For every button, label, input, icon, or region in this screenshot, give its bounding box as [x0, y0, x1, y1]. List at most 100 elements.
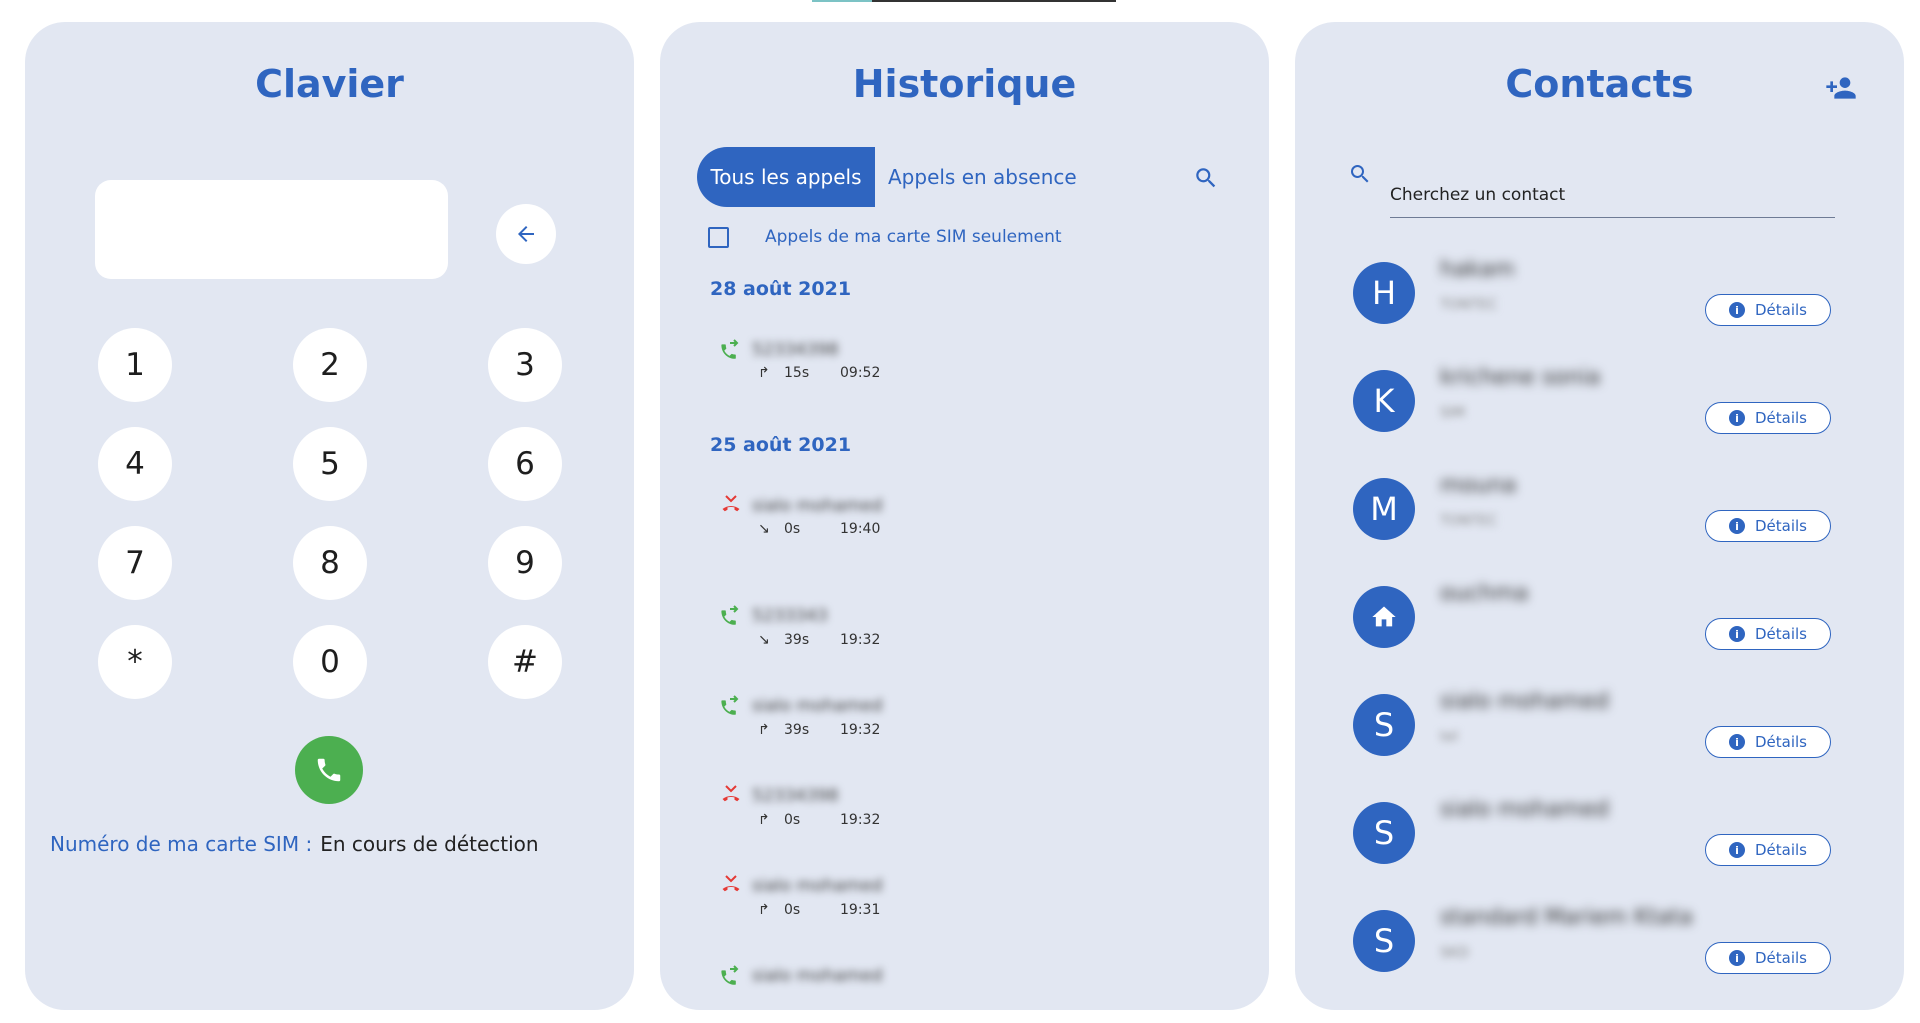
add-contact-button[interactable]: [1825, 72, 1857, 108]
contact-search-input[interactable]: [1390, 172, 1835, 218]
missed-call-icon: [722, 785, 740, 802]
info-icon: i: [1728, 626, 1745, 642]
contact-name[interactable]: sialo mohamed: [1440, 797, 1609, 822]
contact-name[interactable]: ouchma: [1440, 581, 1528, 606]
history-title: Historique: [852, 62, 1077, 106]
details-label: Détails: [1754, 841, 1807, 859]
backspace-button[interactable]: [496, 204, 556, 264]
call-duration: 39s: [784, 632, 810, 648]
progress-indicator-accent: [812, 0, 872, 2]
date-header: 25 août 2021: [710, 434, 852, 456]
dialer-panel: Clavier 1 2 3 4 5 6 7 8 9 * 0 # Numéro d…: [25, 22, 634, 1010]
incoming-direction-icon: ↱: [758, 365, 770, 381]
contact-sub: tel: [1440, 729, 1458, 745]
contacts-title: Contacts: [1505, 62, 1694, 106]
info-icon: i: [1728, 518, 1745, 534]
key-1[interactable]: 1: [98, 328, 172, 402]
incoming-direction-icon: ↱: [758, 722, 770, 738]
call-time: 09:52: [840, 365, 881, 381]
call-time: 19:31: [840, 902, 881, 918]
call-meta: ↱ 39s 19:32: [758, 722, 880, 738]
call-contact-name[interactable]: 52334398: [752, 786, 839, 806]
home-icon: [1372, 606, 1396, 627]
outgoing-call-icon: [721, 965, 739, 985]
call-contact-name[interactable]: sialo mohamed: [752, 496, 883, 516]
details-label: Détails: [1754, 625, 1807, 643]
incoming-direction-icon: ↱: [758, 812, 770, 828]
key-3[interactable]: 3: [488, 328, 562, 402]
call-meta: ↘ 0s 19:40: [758, 521, 880, 537]
missed-call-icon: [722, 875, 740, 892]
call-time: 19:32: [840, 812, 881, 828]
details-button[interactable]: i Détails: [1705, 942, 1831, 974]
avatar: [1353, 586, 1415, 648]
outgoing-call-icon: [721, 605, 739, 625]
details-button[interactable]: i Détails: [1705, 726, 1831, 758]
call-duration: 0s: [784, 521, 801, 537]
contact-name[interactable]: mouna: [1440, 473, 1516, 498]
call-button[interactable]: [295, 736, 363, 804]
outgoing-call-icon: [721, 695, 739, 715]
tab-all-calls[interactable]: Tous les appels: [697, 147, 875, 207]
contact-name[interactable]: hakam: [1440, 257, 1515, 282]
phone-icon: [317, 758, 341, 782]
contact-sub: SIM: [1440, 405, 1466, 421]
key-0[interactable]: 0: [293, 625, 367, 699]
details-label: Détails: [1754, 409, 1807, 427]
key-star[interactable]: *: [98, 625, 172, 699]
details-label: Détails: [1754, 301, 1807, 319]
call-duration: 39s: [784, 722, 810, 738]
call-contact-name[interactable]: sialo mohamed: [752, 876, 883, 896]
dialer-title: Clavier: [255, 62, 404, 106]
details-label: Détails: [1754, 517, 1807, 535]
date-header: 28 août 2021: [710, 278, 852, 300]
avatar: S: [1353, 802, 1415, 864]
contact-name[interactable]: sialo mohamed: [1440, 689, 1609, 714]
key-4[interactable]: 4: [98, 427, 172, 501]
info-icon: i: [1728, 950, 1745, 966]
key-5[interactable]: 5: [293, 427, 367, 501]
avatar: H: [1353, 262, 1415, 324]
call-contact-name[interactable]: sialo mohamed: [752, 966, 883, 986]
call-meta: ↱ 0s 19:32: [758, 812, 880, 828]
contact-name[interactable]: krichene sonia: [1440, 365, 1600, 390]
call-meta: ↘ 39s 19:32: [758, 632, 880, 648]
details-button[interactable]: i Détails: [1705, 402, 1831, 434]
sim-only-checkbox[interactable]: [708, 227, 729, 248]
call-time: 19:40: [840, 521, 881, 537]
info-icon: i: [1728, 410, 1745, 426]
sim-number-value: En cours de détection: [320, 832, 539, 856]
sim-number-line: Numéro de ma carte SIM : En cours de déte…: [50, 832, 539, 856]
contact-sub: SKD: [1440, 945, 1469, 961]
avatar: S: [1353, 694, 1415, 756]
avatar: S: [1353, 910, 1415, 972]
sim-only-label: Appels de ma carte SIM seulement: [765, 227, 1062, 247]
info-icon: i: [1728, 842, 1745, 858]
call-contact-name[interactable]: 5233343: [752, 606, 828, 626]
details-button[interactable]: i Détails: [1705, 618, 1831, 650]
key-9[interactable]: 9: [488, 526, 562, 600]
key-2[interactable]: 2: [293, 328, 367, 402]
contact-name[interactable]: standard Mariem Ktata: [1440, 905, 1693, 930]
key-8[interactable]: 8: [293, 526, 367, 600]
details-button[interactable]: i Détails: [1705, 834, 1831, 866]
history-search-button[interactable]: [1193, 165, 1219, 195]
key-hash[interactable]: #: [488, 625, 562, 699]
add-person-icon: [1826, 77, 1856, 99]
call-time: 19:32: [840, 722, 881, 738]
contact-sub: TONTEC: [1440, 513, 1498, 529]
call-contact-name[interactable]: 52334398: [752, 340, 839, 360]
dial-number-display[interactable]: [95, 180, 448, 279]
call-duration: 0s: [784, 902, 801, 918]
details-label: Détails: [1754, 733, 1807, 751]
search-icon: [1196, 168, 1216, 188]
details-button[interactable]: i Détails: [1705, 294, 1831, 326]
tab-missed-calls[interactable]: Appels en absence: [888, 147, 1077, 207]
key-6[interactable]: 6: [488, 427, 562, 501]
key-7[interactable]: 7: [98, 526, 172, 600]
outgoing-direction-icon: ↘: [758, 521, 770, 537]
call-meta: ↱ 0s 19:31: [758, 902, 880, 918]
missed-call-icon: [722, 495, 740, 512]
details-button[interactable]: i Détails: [1705, 510, 1831, 542]
call-contact-name[interactable]: sialo mohamed: [752, 696, 883, 716]
